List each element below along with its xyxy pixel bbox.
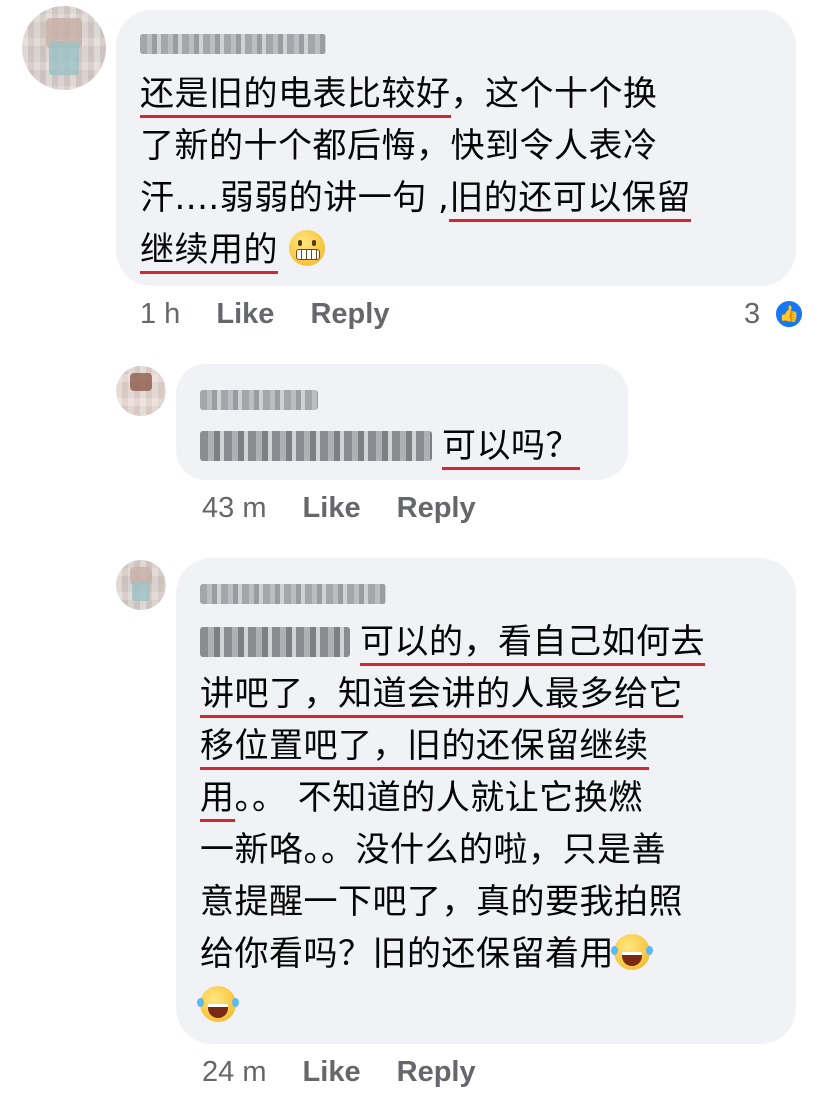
reaction-count[interactable]: 3: [744, 298, 760, 331]
reaction-count-value: 3: [744, 298, 761, 330]
replier-avatar[interactable]: [116, 366, 166, 416]
laughing-icon: [197, 986, 236, 1022]
comment-line: 可以的，看自己如何去: [200, 616, 705, 668]
commenter-name-blurred[interactable]: [140, 34, 326, 54]
comment-line: 讲吧了，知道会讲的人最多给它: [200, 668, 705, 720]
commenter-name-blurred[interactable]: [200, 584, 386, 604]
underlined-text: 还是旧的电表比较好: [140, 74, 451, 118]
underlined-text: 用: [200, 778, 235, 822]
comment-line: [197, 980, 705, 1032]
underlined-text: 讲吧了，知道会讲的人最多给它: [200, 674, 683, 718]
reply-bubble: 可以的，看自己如何去讲吧了，知道会讲的人最多给它 移位置吧了，旧的还保留继续 用。。…: [176, 558, 796, 1044]
text-segment: 一新咯。。没什么的啦，只是善: [200, 830, 666, 870]
commenter-avatar[interactable]: [22, 6, 106, 90]
text-segment: 。。 不知道的人就让它换燃: [234, 778, 643, 818]
text-segment: [278, 230, 289, 270]
text-segment: 意提醒一下吧了，真的要我拍照: [200, 882, 683, 922]
reply-timestamp[interactable]: 24 m: [202, 1056, 266, 1088]
reply-text: 可以的，看自己如何去讲吧了，知道会讲的人最多给它 移位置吧了，旧的还保留继续 用。。…: [197, 616, 705, 1032]
reply-bubble: 可以吗？: [176, 364, 628, 480]
comment-bubble: 还是旧的电表比较好，这个十个换 了新的十个都后悔，快到令人表冷 汗....弱弱的讲一…: [116, 10, 796, 286]
comment-line: 汗....弱弱的讲一句 ,旧的还可以保留: [140, 172, 691, 224]
text-segment: 汗....弱弱的讲一句 ,: [140, 178, 450, 218]
comment-line: 还是旧的电表比较好，这个十个换: [140, 68, 691, 120]
comment-line: 移位置吧了，旧的还保留继续: [200, 720, 705, 772]
comment-line: 用。。 不知道的人就让它换燃: [200, 772, 705, 824]
comment-line: 一新咯。。没什么的啦，只是善: [200, 824, 705, 876]
like-button[interactable]: Like: [216, 298, 274, 330]
replier-name-blurred[interactable]: [200, 390, 318, 410]
reply-timestamp[interactable]: 43 m: [202, 492, 266, 524]
mention-tag-blurred[interactable]: [200, 431, 432, 461]
comment-line: 继续用的: [140, 224, 691, 276]
grimacing-icon: [289, 230, 326, 266]
text-segment: 给你看吗？旧的还保留着用: [200, 934, 614, 974]
underlined-text: 可以吗？: [442, 426, 580, 470]
comment-timestamp[interactable]: 1 h: [140, 298, 180, 330]
like-button[interactable]: Like: [303, 492, 361, 524]
comment-line: 了新的十个都后悔，快到令人表冷: [140, 120, 691, 172]
comment-actions: 1 h Like Reply: [140, 298, 389, 331]
underlined-text: 继续用的: [140, 230, 278, 274]
reply-actions: 24 m Like Reply: [202, 1056, 476, 1089]
comment-line: 可以吗？: [200, 420, 580, 472]
underlined-text: 旧的还可以保留: [449, 178, 691, 222]
laughing-icon: [611, 934, 650, 970]
reply-button[interactable]: Reply: [397, 1056, 476, 1088]
reply-button[interactable]: Reply: [397, 492, 476, 524]
underlined-text: 可以的，看自己如何去: [360, 622, 705, 666]
reply-actions: 43 m Like Reply: [202, 492, 476, 525]
comment-text: 还是旧的电表比较好，这个十个换 了新的十个都后悔，快到令人表冷 汗....弱弱的讲一…: [140, 68, 691, 276]
comment-line: 给你看吗？旧的还保留着用: [200, 928, 705, 980]
mention-tag-blurred[interactable]: [200, 627, 350, 657]
like-button[interactable]: Like: [303, 1056, 361, 1088]
reply-button[interactable]: Reply: [310, 298, 389, 330]
text-segment: ，这个十个换: [450, 74, 658, 114]
commenter-avatar-small[interactable]: [116, 560, 166, 610]
reply-text: 可以吗？: [200, 420, 580, 472]
text-segment: 了新的十个都后悔，快到令人表冷: [140, 126, 658, 166]
comment-line: 意提醒一下吧了，真的要我拍照: [200, 876, 705, 928]
thumbs-up-icon: 👍: [774, 299, 804, 329]
underlined-text: 移位置吧了，旧的还保留继续: [200, 726, 649, 770]
